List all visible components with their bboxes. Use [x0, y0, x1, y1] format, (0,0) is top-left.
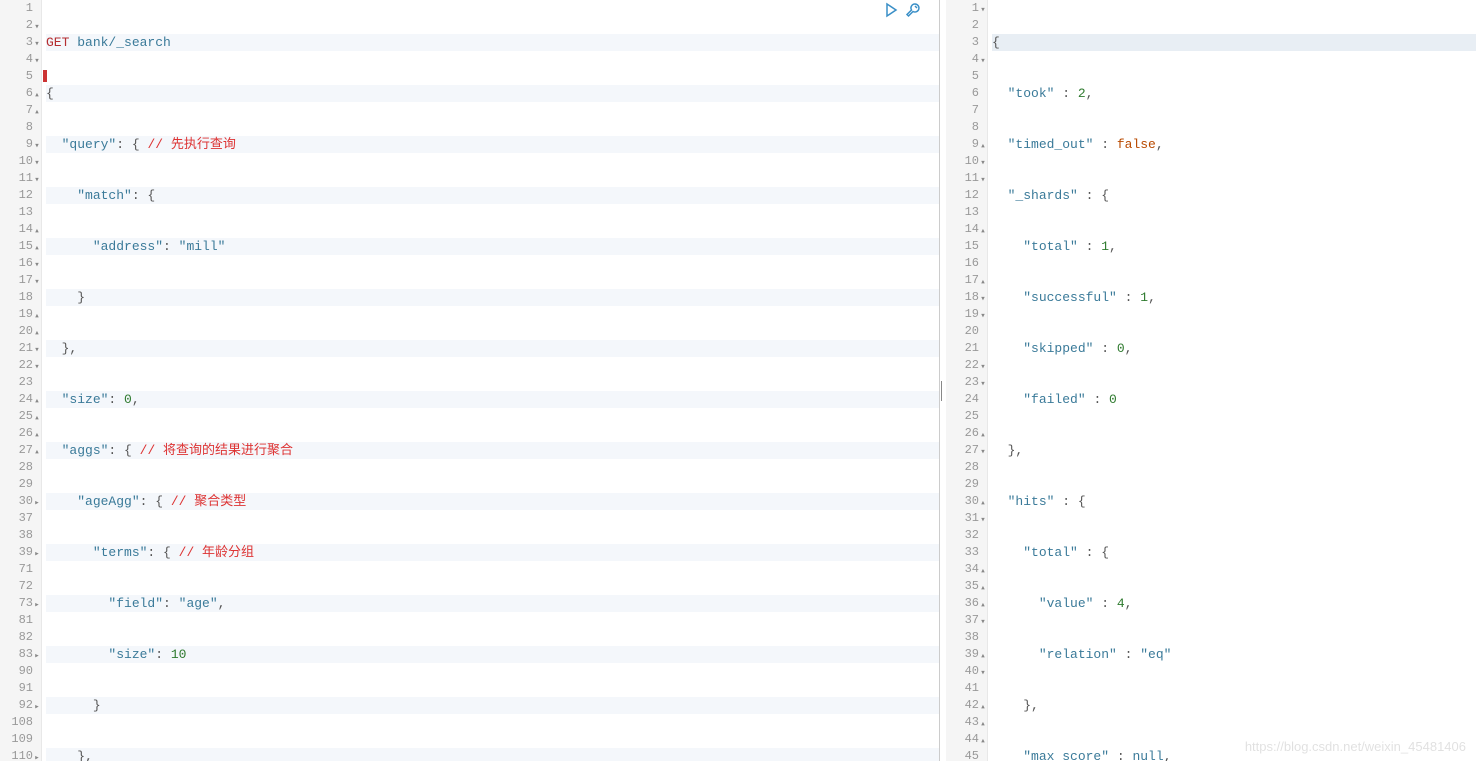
fold-toggle-icon[interactable]: ▾	[33, 342, 41, 359]
comment: // 聚合类型	[171, 494, 246, 509]
fold-toggle-icon[interactable]: ▾	[979, 172, 987, 189]
fold-toggle-icon[interactable]: ▴	[979, 580, 987, 597]
fold-toggle-icon[interactable]: ▾	[33, 36, 41, 53]
fold-toggle-icon[interactable]: ▴	[33, 410, 41, 427]
http-method: GET	[46, 35, 69, 50]
fold-toggle-icon[interactable]: ▾	[979, 376, 987, 393]
fold-toggle-icon[interactable]: ▴	[979, 274, 987, 291]
fold-toggle-icon[interactable]: ▾	[979, 2, 987, 19]
response-pane[interactable]: 1▾234▾56789▴10▾11▾121314▴151617▴18▾19▾20…	[946, 0, 1476, 761]
fold-toggle-icon[interactable]: ▾	[33, 155, 41, 172]
comment: // 年龄分组	[179, 545, 254, 560]
fold-toggle-icon[interactable]: ▴	[33, 308, 41, 325]
wrench-icon[interactable]	[905, 2, 921, 18]
response-code[interactable]: { "took" : 2, "timed_out" : false, "_sha…	[988, 0, 1476, 761]
fold-toggle-icon[interactable]: ▸	[33, 597, 41, 614]
fold-toggle-icon[interactable]: ▴	[979, 733, 987, 750]
fold-toggle-icon[interactable]: ▾	[979, 359, 987, 376]
fold-toggle-icon[interactable]: ▾	[979, 155, 987, 172]
left-gutter: 12▾3▾4▾56▴7▴89▾10▾11▾121314▴15▴16▾17▾181…	[0, 0, 42, 761]
fold-toggle-icon[interactable]: ▴	[33, 87, 41, 104]
fold-toggle-icon[interactable]: ▴	[33, 427, 41, 444]
fold-toggle-icon[interactable]: ▴	[33, 240, 41, 257]
fold-toggle-icon[interactable]: ▴	[979, 427, 987, 444]
fold-toggle-icon[interactable]: ▴	[979, 597, 987, 614]
fold-toggle-icon[interactable]: ▾	[979, 614, 987, 631]
fold-toggle-icon[interactable]: ▾	[979, 308, 987, 325]
right-gutter: 1▾234▾56789▴10▾11▾121314▴151617▴18▾19▾20…	[946, 0, 988, 761]
fold-toggle-icon[interactable]: ▴	[979, 495, 987, 512]
fold-toggle-icon[interactable]: ▴	[33, 223, 41, 240]
fold-toggle-icon[interactable]: ▴	[979, 563, 987, 580]
fold-toggle-icon[interactable]: ▾	[33, 138, 41, 155]
fold-toggle-icon[interactable]: ▾	[33, 172, 41, 189]
fold-toggle-icon[interactable]: ▸	[33, 546, 41, 563]
fold-toggle-icon[interactable]: ▴	[979, 648, 987, 665]
fold-toggle-icon[interactable]: ▾	[33, 53, 41, 70]
fold-toggle-icon[interactable]: ▴	[33, 104, 41, 121]
fold-toggle-icon[interactable]: ▾	[33, 257, 41, 274]
comment: // 将查询的结果进行聚合	[140, 443, 293, 458]
fold-toggle-icon[interactable]: ▾	[979, 291, 987, 308]
fold-toggle-icon[interactable]: ▾	[979, 665, 987, 682]
request-actions	[883, 2, 921, 18]
fold-toggle-icon[interactable]: ▸	[33, 750, 41, 761]
fold-toggle-icon[interactable]: ▾	[979, 444, 987, 461]
fold-toggle-icon[interactable]: ▴	[979, 699, 987, 716]
fold-toggle-icon[interactable]: ▴	[33, 393, 41, 410]
fold-toggle-icon[interactable]: ▴	[979, 138, 987, 155]
fold-toggle-icon[interactable]: ▾	[33, 274, 41, 291]
http-path: bank/_search	[77, 35, 171, 50]
fold-toggle-icon[interactable]: ▴	[33, 444, 41, 461]
fold-toggle-icon[interactable]: ▾	[33, 19, 41, 36]
request-code[interactable]: GET bank/_search { "query": { // 先执行查询 "…	[42, 0, 939, 761]
fold-toggle-icon[interactable]: ▴	[979, 223, 987, 240]
fold-toggle-icon[interactable]: ▴	[33, 325, 41, 342]
fold-toggle-icon[interactable]: ▾	[979, 53, 987, 70]
fold-toggle-icon[interactable]: ▸	[33, 699, 41, 716]
fold-toggle-icon[interactable]: ▾	[979, 512, 987, 529]
request-editor-pane[interactable]: 12▾3▾4▾56▴7▴89▾10▾11▾121314▴15▴16▾17▾181…	[0, 0, 940, 761]
run-icon[interactable]	[883, 2, 899, 18]
fold-toggle-icon[interactable]: ▸	[33, 495, 41, 512]
fold-toggle-icon[interactable]: ▾	[33, 359, 41, 376]
fold-toggle-icon[interactable]: ▴	[979, 716, 987, 733]
comment: // 先执行查询	[147, 137, 235, 152]
fold-toggle-icon[interactable]: ▸	[33, 648, 41, 665]
